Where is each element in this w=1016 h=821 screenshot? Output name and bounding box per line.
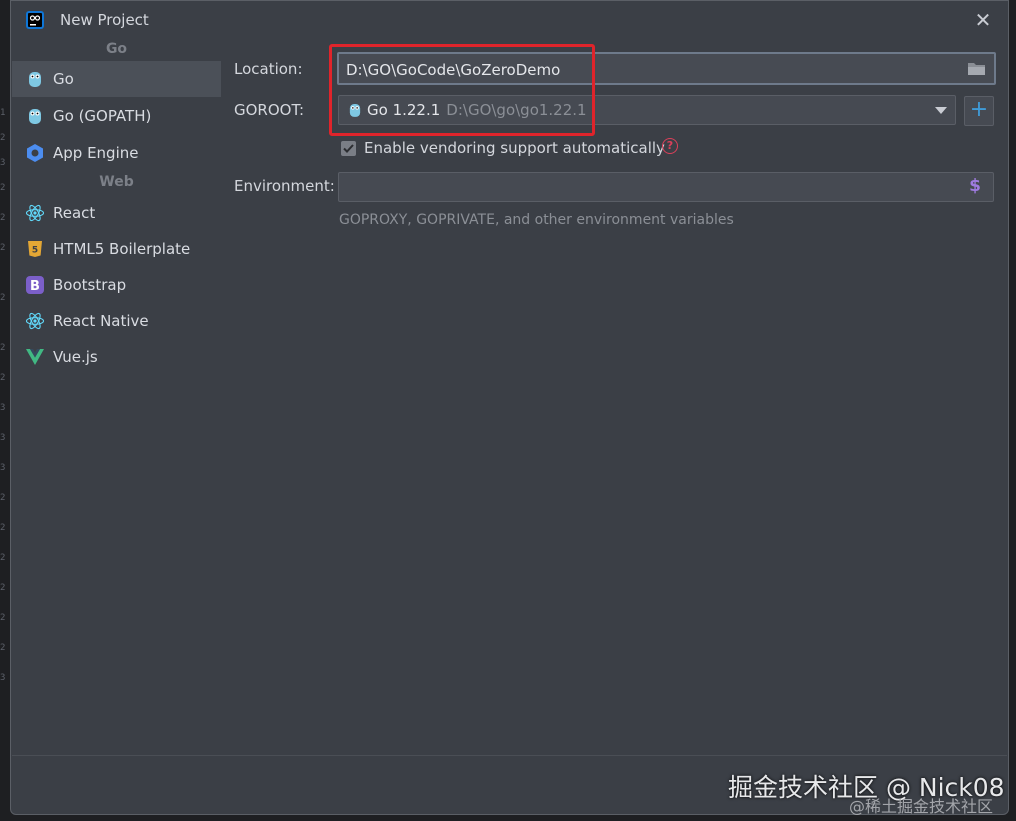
react-icon <box>25 203 45 223</box>
environment-input[interactable]: $ <box>338 172 994 202</box>
sidebar-item-html5-boilerplate[interactable]: 5 HTML5 Boilerplate <box>12 231 221 267</box>
title-bar: New Project ✕ <box>11 1 1008 39</box>
close-icon[interactable]: ✕ <box>970 7 996 33</box>
dialog-title: New Project <box>60 11 149 29</box>
sidebar-item-app-engine[interactable]: App Engine <box>12 135 221 171</box>
react-icon <box>25 311 45 331</box>
add-goroot-button[interactable]: + <box>964 96 994 126</box>
help-icon[interactable]: ? <box>662 138 678 154</box>
dollar-icon[interactable]: $ <box>969 176 981 196</box>
environment-label: Environment: <box>234 177 335 195</box>
sidebar-item-label: Bootstrap <box>53 276 127 294</box>
gopher-icon <box>25 106 45 126</box>
bootstrap-icon: B <box>25 275 45 295</box>
svg-text:B: B <box>30 279 40 294</box>
sidebar-item-label: React Native <box>53 312 149 330</box>
sidebar-item-label: React <box>53 204 96 222</box>
gopher-icon <box>25 69 45 89</box>
sidebar-item-label: Go <box>53 70 74 88</box>
vendoring-checkbox[interactable] <box>341 141 356 156</box>
sidebar-item-go[interactable]: Go <box>12 61 221 97</box>
sidebar-item-vuejs[interactable]: Vue.js <box>12 339 221 375</box>
vue-icon <box>25 347 45 367</box>
environment-hint: GOPROXY, GOPRIVATE, and other environmen… <box>339 212 734 228</box>
app-engine-icon <box>25 143 45 163</box>
sidebar-item-react-native[interactable]: React Native <box>12 303 221 339</box>
chevron-down-icon[interactable] <box>935 107 947 114</box>
footer-divider <box>12 755 1007 756</box>
check-icon <box>343 144 354 153</box>
sidebar-item-label: Go (GOPATH) <box>53 107 152 125</box>
vendoring-label[interactable]: Enable vendoring support automatically <box>364 139 665 157</box>
group-header-go: Go <box>105 41 128 57</box>
project-type-sidebar: Go Go Go (GOPATH) App Engine Web React 5… <box>12 39 221 754</box>
sidebar-item-label: Vue.js <box>53 348 98 366</box>
goroot-label: GOROOT: <box>234 101 305 119</box>
location-label: Location: <box>234 60 303 78</box>
highlight-annotation-box <box>329 44 595 136</box>
watermark-subtext: @稀土掘金技术社区 <box>849 797 994 816</box>
folder-icon[interactable] <box>967 61 986 80</box>
sidebar-item-go-gopath[interactable]: Go (GOPATH) <box>12 98 221 134</box>
svg-text:5: 5 <box>32 246 38 256</box>
group-header-web: Web <box>99 174 134 190</box>
html5-icon: 5 <box>25 239 45 259</box>
goland-icon <box>26 11 44 29</box>
sidebar-item-bootstrap[interactable]: B Bootstrap <box>12 267 221 303</box>
sidebar-item-label: App Engine <box>53 144 139 162</box>
sidebar-item-label: HTML5 Boilerplate <box>53 240 191 258</box>
sidebar-item-react[interactable]: React <box>12 195 221 231</box>
